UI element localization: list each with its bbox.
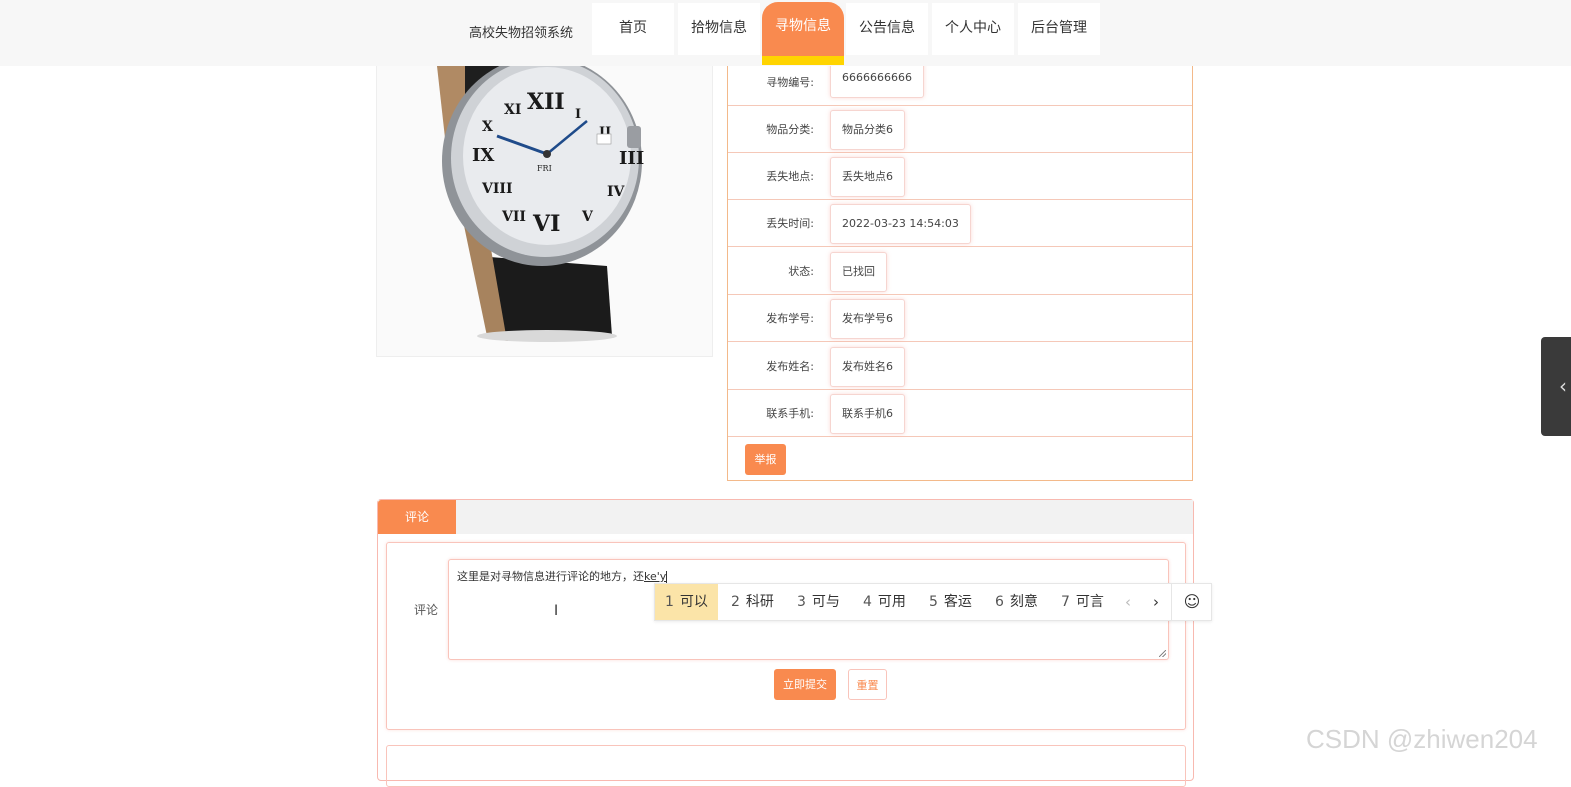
nav-announcements-label: 公告信息 <box>859 20 915 36</box>
detail-row-category: 物品分类: 物品分类6 <box>728 105 1192 153</box>
nav-announcements[interactable]: 公告信息 <box>846 3 928 55</box>
ime-candidate-text: 客运 <box>943 594 972 610</box>
side-drawer-toggle[interactable]: ‹ <box>1541 337 1571 436</box>
top-navbar: 高校失物招领系统 首页 拾物信息 寻物信息 公告信息 个人中心 后台管理 <box>0 0 1571 66</box>
detail-row-status: 状态: 已找回 <box>728 247 1192 295</box>
comment-text: 这里是对寻物信息进行评论的地方，还 <box>457 570 644 583</box>
ime-candidate-number: 6 <box>995 594 1004 610</box>
detail-value: 丢失地点6 <box>830 157 905 197</box>
svg-text:IX: IX <box>472 145 494 166</box>
svg-text:VI: VI <box>532 211 560 237</box>
ime-candidate-number: 5 <box>929 594 938 610</box>
ime-candidate-text: 可与 <box>811 594 840 610</box>
ime-candidate-text: 可用 <box>877 594 906 610</box>
text-cursor-icon: I <box>554 603 559 619</box>
item-photo: XII III VI IX I II IV V VII VIII X XI FR… <box>376 66 713 357</box>
svg-text:FRI: FRI <box>537 164 552 173</box>
svg-text:VII: VII <box>501 209 526 225</box>
detail-label: 联系手机: <box>766 407 814 420</box>
ime-next-icon[interactable]: › <box>1153 584 1159 620</box>
ime-candidate-bar: 1 可以 2 科研 3 可与 4 可用 5 客运 6 刻意 7 可言 ‹ › ☺ <box>654 583 1212 621</box>
comment-list <box>386 745 1186 787</box>
nav-found-items-label: 拾物信息 <box>691 20 747 36</box>
svg-text:XI: XI <box>504 102 521 118</box>
lost-item-details: 寻物编号: 6666666666 物品分类: 物品分类6 丢失地点: 丢失地点6… <box>727 58 1193 481</box>
reset-button[interactable]: 重置 <box>848 669 887 700</box>
detail-value: 发布姓名6 <box>830 347 905 387</box>
report-button[interactable]: 举报 <box>745 444 786 475</box>
detail-label: 物品分类: <box>766 123 814 136</box>
detail-row-location: 丢失地点: 丢失地点6 <box>728 152 1192 200</box>
detail-label: 状态: <box>788 265 814 278</box>
comment-panel: 评论 评论 这里是对寻物信息进行评论的地方，还ke'y 立即提交 重置 <box>377 499 1194 787</box>
detail-label: 发布姓名: <box>766 360 814 373</box>
nav-personal-center-label: 个人中心 <box>945 20 1001 36</box>
site-title: 高校失物招领系统 <box>469 26 574 41</box>
ime-candidate-number: 3 <box>797 594 806 610</box>
ime-candidate-number: 7 <box>1061 594 1070 610</box>
ime-candidate[interactable]: 6 刻意 <box>985 584 1048 620</box>
ime-candidate[interactable]: 7 可言 <box>1051 584 1114 620</box>
nav-lost-items-label: 寻物信息 <box>775 18 831 34</box>
comment-field-label: 评论 <box>414 603 439 617</box>
nav-personal-center[interactable]: 个人中心 <box>932 3 1014 55</box>
detail-value: 联系手机6 <box>830 394 905 434</box>
nav-admin[interactable]: 后台管理 <box>1018 3 1100 55</box>
detail-value: 已找回 <box>830 252 887 292</box>
svg-text:IV: IV <box>607 184 626 200</box>
ime-candidate[interactable]: 4 可用 <box>853 584 916 620</box>
detail-value: 物品分类6 <box>830 110 905 150</box>
detail-label: 寻物编号: <box>766 76 814 89</box>
ime-candidate-text: 可以 <box>679 594 708 610</box>
detail-value: 发布学号6 <box>830 299 905 339</box>
nav-home[interactable]: 首页 <box>592 3 674 55</box>
detail-value: 2022-03-23 14:54:03 <box>830 204 971 244</box>
ime-candidate[interactable]: 1 可以 <box>655 584 718 620</box>
ime-candidate-number: 2 <box>731 594 740 610</box>
detail-label: 丢失时间: <box>766 217 814 230</box>
svg-text:V: V <box>581 209 594 225</box>
ime-prev-icon[interactable]: ‹ <box>1125 584 1131 620</box>
watch-image: XII III VI IX I II IV V VII VIII X XI FR… <box>437 66 644 342</box>
ime-candidate-text: 刻意 <box>1009 594 1038 610</box>
text-caret <box>666 571 668 583</box>
chevron-left-icon: ‹ <box>1559 374 1567 398</box>
ime-composition-text: ke'y <box>644 570 667 583</box>
detail-label: 丢失地点: <box>766 170 814 183</box>
detail-row-name: 发布姓名: 发布姓名6 <box>728 342 1192 390</box>
ime-candidate-number: 4 <box>863 594 872 610</box>
nav-lost-items[interactable]: 寻物信息 <box>762 2 844 65</box>
svg-text:VIII: VIII <box>481 181 513 197</box>
svg-text:XII: XII <box>527 89 565 115</box>
ime-candidate-text: 可言 <box>1075 594 1104 610</box>
ime-emoji-icon[interactable]: ☺ <box>1171 584 1212 620</box>
detail-row-student-id: 发布学号: 发布学号6 <box>728 294 1192 342</box>
ime-candidate[interactable]: 5 客运 <box>919 584 982 620</box>
ime-candidate-text: 科研 <box>745 594 774 610</box>
svg-text:I: I <box>575 107 581 122</box>
watermark: CSDN @zhiwen204 <box>1306 724 1538 754</box>
submit-button[interactable]: 立即提交 <box>774 669 836 700</box>
ime-candidate-number: 1 <box>665 594 674 610</box>
detail-row-phone: 联系手机: 联系手机6 <box>728 389 1192 437</box>
svg-text:X: X <box>482 119 493 135</box>
svg-text:III: III <box>619 148 644 169</box>
nav-found-items[interactable]: 拾物信息 <box>678 3 760 55</box>
detail-row-time: 丢失时间: 2022-03-23 14:54:03 <box>728 199 1192 247</box>
nav-active-indicator <box>762 56 844 65</box>
ime-candidate[interactable]: 2 科研 <box>721 584 784 620</box>
ime-candidate[interactable]: 3 可与 <box>787 584 850 620</box>
nav-admin-label: 后台管理 <box>1031 20 1087 36</box>
comment-form: 评论 这里是对寻物信息进行评论的地方，还ke'y 立即提交 重置 <box>386 542 1186 730</box>
tab-comments[interactable]: 评论 <box>378 500 456 534</box>
comment-tab-bar: 评论 <box>378 500 1193 534</box>
nav-home-label: 首页 <box>619 20 647 36</box>
resize-handle-icon[interactable] <box>1159 650 1166 657</box>
detail-label: 发布学号: <box>766 312 814 325</box>
